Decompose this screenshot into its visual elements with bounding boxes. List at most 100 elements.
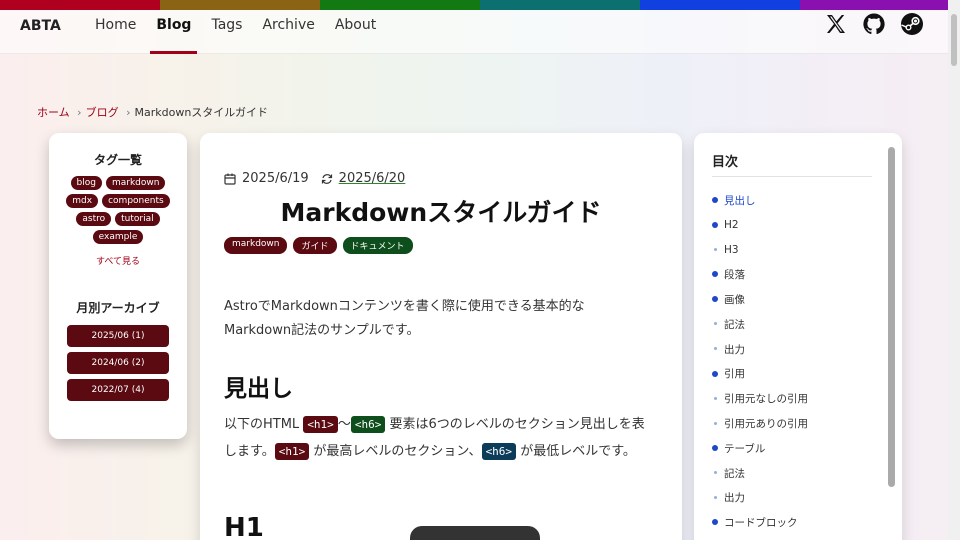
bullet-icon: [713, 496, 717, 500]
breadcrumb-blog[interactable]: ブログ: [86, 106, 119, 119]
post-dates: 2025/6/19 2025/6/20: [224, 171, 405, 186]
bullet-icon: [713, 248, 717, 252]
tag-chip[interactable]: mdx: [66, 194, 99, 208]
bullet-icon: [712, 221, 718, 228]
tag-chip[interactable]: blog: [70, 176, 102, 190]
archive-button[interactable]: 2022/07 (4): [67, 379, 169, 401]
toc-item-label: 引用: [724, 368, 745, 381]
nav-archive[interactable]: Archive: [262, 17, 314, 53]
toc-item-label: 出力: [724, 343, 745, 356]
toc-card: 目次 見出し H2 H3 段落 画像 記法 出力 引用 引用元なしの引用 引用元…: [694, 133, 902, 540]
toc-item-label: 見出し: [724, 194, 756, 207]
breadcrumb-current: Markdownスタイルガイド: [134, 106, 268, 119]
floating-toolbar[interactable]: [410, 526, 540, 540]
nav-about[interactable]: About: [335, 17, 376, 53]
bullet-icon: [712, 197, 718, 203]
tag-chip[interactable]: example: [92, 230, 144, 244]
toc-item-label: 引用元ありの引用: [724, 418, 808, 431]
toc-item[interactable]: テーブル: [712, 436, 808, 461]
site-logo[interactable]: ABTA: [20, 18, 61, 34]
toc-scrollbar[interactable]: [886, 141, 896, 540]
post-tags: markdown ガイド ドキュメント: [224, 237, 413, 254]
para-text: が最高レベルのセクション、: [309, 444, 482, 459]
tag-chip[interactable]: astro: [76, 212, 112, 226]
breadcrumb-home[interactable]: ホーム: [37, 106, 70, 119]
bullet-icon: [712, 519, 718, 526]
see-all-tags-link[interactable]: すべて見る: [49, 254, 187, 267]
toc-item[interactable]: 記法: [712, 461, 808, 486]
intro-paragraph: AstroでMarkdownコンテンツを書く際に使用できる基本的なMarkdow…: [224, 299, 585, 338]
tags-heading: タグ一覧: [93, 153, 142, 167]
x-icon[interactable]: [824, 12, 848, 36]
calendar-icon: [224, 173, 236, 185]
toc-item[interactable]: 出力: [712, 337, 808, 362]
bullet-icon: [713, 471, 717, 475]
toc-item-label: 引用元なしの引用: [724, 393, 808, 406]
sidebar-card: タグ一覧 blog markdown mdx components astro …: [49, 133, 187, 439]
toc-item-label: コードブロック: [724, 517, 798, 530]
nav-tags[interactable]: Tags: [211, 17, 242, 53]
toc-item[interactable]: 引用元なしの引用: [712, 386, 808, 411]
main-nav: Home Blog Tags Archive About: [95, 17, 396, 54]
updated-date: 2025/6/20: [338, 171, 406, 186]
refresh-icon: [321, 173, 333, 185]
inline-code: <h6>: [350, 416, 386, 433]
inline-code: <h1>: [303, 416, 338, 433]
article-card: 2025/6/19 2025/6/20 Markdownスタイルガイド mark…: [200, 133, 682, 540]
toc-item[interactable]: コードブロック: [712, 510, 808, 535]
para-text: 以下のHTML: [224, 417, 304, 432]
toc-item[interactable]: 引用元ありの引用: [712, 411, 808, 436]
steam-icon[interactable]: [900, 12, 924, 36]
toc-item[interactable]: 見出し: [712, 188, 808, 213]
archive-button[interactable]: 2024/06 (2): [67, 352, 169, 374]
page-scrollbar[interactable]: [948, 0, 960, 540]
bullet-icon: [712, 296, 718, 303]
bullet-icon: [713, 421, 717, 425]
rainbow-segment-6: [800, 0, 960, 10]
h1-heading: H1: [224, 513, 264, 540]
github-icon[interactable]: [862, 12, 886, 36]
post-tag-chip[interactable]: ドキュメント: [342, 237, 413, 254]
post-tag-chip[interactable]: ガイド: [293, 237, 337, 254]
page-scrollbar-thumb[interactable]: [951, 14, 957, 66]
breadcrumb-separator: ›: [77, 106, 82, 119]
toc-divider: [712, 176, 872, 177]
toc-scrollbar-thumb[interactable]: [888, 147, 895, 487]
rainbow-segment-3: [320, 0, 480, 10]
rainbow-top-bar: [0, 0, 960, 10]
breadcrumb: ホーム › ブログ › Markdownスタイルガイド: [37, 104, 268, 120]
para-text: が最低レベルです。: [516, 444, 636, 459]
section-heading: 見出し: [224, 376, 293, 402]
post-tag-chip[interactable]: markdown: [224, 237, 288, 254]
toc-item-label: 段落: [724, 269, 745, 282]
breadcrumb-separator: ›: [126, 106, 131, 119]
rainbow-segment-1: [0, 0, 160, 10]
tag-chip[interactable]: components: [102, 194, 170, 208]
bullet-icon: [712, 271, 718, 278]
tag-chip[interactable]: markdown: [105, 176, 166, 190]
toc-item[interactable]: 段落: [712, 262, 808, 287]
inline-code: <h1>: [274, 443, 310, 460]
toc-item[interactable]: 引用: [712, 362, 808, 387]
toc-item[interactable]: 画像: [712, 287, 808, 312]
toc-item[interactable]: H2: [712, 213, 808, 238]
toc-item[interactable]: 出力: [712, 486, 808, 511]
post-title: Markdownスタイルガイド: [280, 198, 602, 227]
inline-code: <h6>: [481, 443, 517, 460]
tag-cloud: blog markdown mdx components astro tutor…: [49, 176, 187, 244]
rainbow-segment-5: [640, 0, 800, 10]
toc-item-label: 出力: [724, 492, 745, 505]
rainbow-segment-2: [160, 0, 320, 10]
heading-description: 以下のHTML <h1> 〜 <h6> 要素は6つのレベルのセクション見出しを表しま…: [224, 411, 654, 465]
toc-heading: 目次: [712, 155, 739, 170]
tag-chip[interactable]: tutorial: [115, 212, 160, 226]
nav-blog[interactable]: Blog: [150, 17, 198, 54]
nav-home[interactable]: Home: [95, 17, 136, 53]
bullet-icon: [713, 396, 717, 400]
published-date: 2025/6/19: [242, 171, 309, 186]
toc-item[interactable]: H3: [712, 238, 808, 263]
archive-button[interactable]: 2025/06 (1): [67, 325, 169, 347]
rainbow-segment-4: [480, 0, 640, 10]
bullet-icon: [712, 444, 718, 451]
toc-item[interactable]: 記法: [712, 312, 808, 337]
